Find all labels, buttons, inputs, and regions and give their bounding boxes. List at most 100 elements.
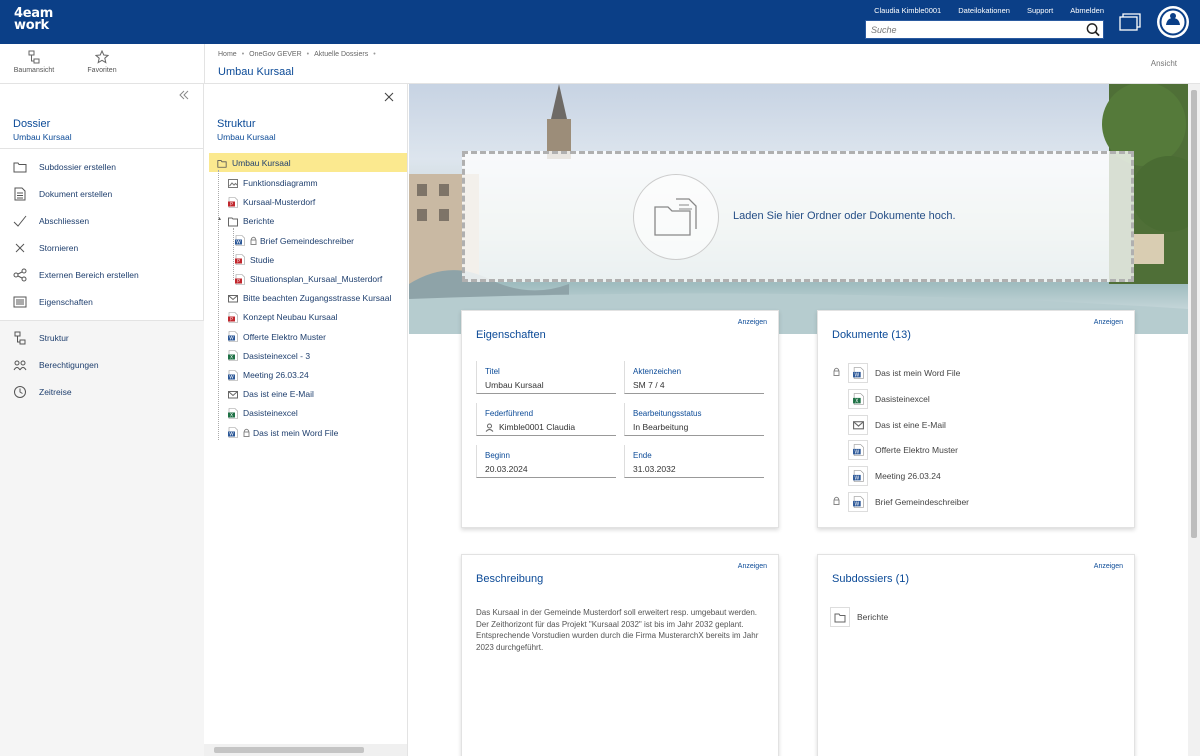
sidebar: Dossier Umbau Kursaal Subdossier erstell… — [0, 84, 204, 756]
mail-icon — [228, 389, 238, 400]
tree-item[interactable]: W Das ist mein Word File — [228, 426, 338, 440]
word-file-icon: W — [848, 363, 868, 383]
tree-item[interactable]: W Meeting 26.03.24 — [228, 368, 309, 382]
link-abmelden[interactable]: Abmelden — [1070, 6, 1104, 15]
horizontal-scrollbar[interactable] — [204, 744, 407, 756]
action-abschliessen[interactable]: Abschliessen — [0, 210, 204, 232]
property-value[interactable]: Kimble0001 Claudia — [499, 422, 575, 432]
tree-item[interactable]: X Dasisteinexcel - 3 — [228, 349, 310, 363]
nav-zeitreise[interactable]: Zeitreise — [0, 381, 204, 403]
description-show-link[interactable]: Anzeigen — [738, 563, 767, 570]
tree-view-button[interactable]: Baumansicht — [4, 50, 64, 74]
nav-berechtigungen[interactable]: Berechtigungen — [0, 354, 204, 376]
subdossiers-card: Anzeigen Subdossiers (1) Berichte — [817, 554, 1135, 756]
close-icon[interactable] — [384, 92, 394, 102]
user-menu[interactable]: Claudia Kimble0001 — [874, 6, 941, 15]
breadcrumb-aktuelle-dossiers[interactable]: Aktuelle Dossiers — [314, 51, 368, 58]
subdossiers-show-link[interactable]: Anzeigen — [1094, 563, 1123, 570]
scrollbar-thumb[interactable] — [214, 747, 364, 753]
vertical-scrollbar[interactable] — [1188, 84, 1200, 756]
document-item[interactable]: X Dasisteinexcel — [830, 388, 930, 409]
divider — [0, 320, 204, 321]
tree-item[interactable]: Funktionsdiagramm — [228, 176, 318, 190]
document-item[interactable]: W Brief Gemeindeschreiber — [830, 492, 969, 512]
document-label: Brief Gemeindeschreiber — [875, 497, 970, 507]
svg-text:W: W — [236, 240, 241, 246]
description-card: Anzeigen Beschreibung Das Kursaal in der… — [461, 554, 779, 756]
action-label: Subdossier erstellen — [39, 162, 117, 172]
action-stornieren[interactable]: Stornieren — [0, 237, 204, 259]
svg-text:W: W — [854, 501, 859, 507]
tree-item[interactable]: X Dasisteinexcel — [228, 406, 298, 420]
property-federfuehrend: Federführend Kimble0001 Claudia — [476, 403, 616, 436]
windows-icon[interactable] — [1118, 11, 1142, 33]
svg-text:W: W — [229, 336, 234, 342]
expander-icon[interactable]: ▴ — [218, 215, 221, 222]
tree-item[interactable]: P Situationsplan_Kursaal_Musterdorf — [235, 272, 382, 286]
word-file-icon: W — [848, 466, 868, 487]
action-label: Abschliessen — [39, 216, 90, 226]
documents-card: Anzeigen Dokumente (13) W Das ist mein Wo… — [817, 310, 1135, 528]
upload-circle — [633, 174, 719, 260]
tree-item[interactable]: Das ist eine E-Mail — [228, 387, 314, 401]
breadcrumb-onegov[interactable]: OneGov GEVER — [249, 51, 302, 58]
link-dateilokationen[interactable]: Dateilokationen — [958, 6, 1010, 15]
logo[interactable]: 4eam work — [14, 7, 53, 32]
properties-show-link[interactable]: Anzeigen — [738, 319, 767, 326]
favorites-button[interactable]: Favoriten — [72, 50, 132, 74]
tree-view-icon — [28, 50, 40, 64]
tree-item[interactable]: ▴ Berichte — [218, 214, 274, 228]
tree-item[interactable]: W Brief Gemeindeschreiber — [235, 234, 354, 248]
breadcrumb: Home • OneGov GEVER • Aktuelle Dossiers • — [218, 51, 381, 58]
documents-show-link[interactable]: Anzeigen — [1094, 319, 1123, 326]
tree-item[interactable]: P Kursaal-Musterdorf — [228, 195, 315, 209]
property-label: Federführend — [485, 409, 534, 418]
tree-item-label: Bitte beachten Zugangsstrasse Kursaal — [243, 293, 392, 304]
tree-root[interactable]: Umbau Kursaal — [217, 156, 291, 170]
tree-item[interactable]: Bitte beachten Zugangsstrasse Kursaal — [228, 291, 391, 305]
action-eigenschaften[interactable]: Eigenschaften — [0, 291, 204, 313]
search-input[interactable] — [866, 21, 1076, 38]
action-externen-bereich-erstellen[interactable]: Externen Bereich erstellen — [0, 264, 204, 286]
excel-file-icon: X — [228, 350, 238, 362]
svg-text:X: X — [230, 355, 233, 361]
action-subdossier-erstellen[interactable]: Subdossier erstellen — [0, 156, 204, 178]
collapse-icon[interactable] — [179, 90, 189, 100]
users-icon — [12, 357, 28, 373]
image-file-icon — [228, 178, 238, 189]
search-icon[interactable] — [1085, 22, 1101, 37]
tree-item[interactable]: P Konzept Neubau Kursaal — [228, 310, 338, 324]
view-button[interactable]: Ansicht — [1151, 59, 1177, 68]
mail-icon — [848, 414, 868, 435]
svg-text:W: W — [229, 432, 234, 438]
hero-background: Laden Sie hier Ordner oder Dokumente hoc… — [409, 84, 1188, 334]
document-icon — [12, 186, 28, 202]
description-title: Beschreibung — [476, 573, 544, 585]
tree-view-label: Baumansicht — [13, 67, 55, 74]
tree-item[interactable]: W Offerte Elektro Muster — [228, 330, 326, 344]
structure-tree-panel: Struktur Umbau Kursaal Umbau Kursaal Fun… — [204, 84, 408, 756]
upload-dropzone[interactable]: Laden Sie hier Ordner oder Dokumente hoc… — [462, 151, 1134, 282]
document-item[interactable]: W Offerte Elektro Muster — [830, 440, 958, 461]
tree-item-label: Dasisteinexcel - 3 — [243, 350, 311, 361]
document-item[interactable]: W Das ist mein Word File — [830, 363, 960, 383]
scrollbar-thumb[interactable] — [1191, 90, 1197, 538]
document-item[interactable]: W Meeting 26.03.24 — [830, 466, 941, 487]
tree-item[interactable]: P Studie — [235, 253, 274, 267]
link-support[interactable]: Support — [1027, 6, 1053, 15]
svg-text:W: W — [854, 476, 859, 482]
app-switcher-icon[interactable] — [1157, 6, 1189, 38]
document-label: Dasisteinexcel — [875, 393, 930, 404]
properties-title: Eigenschaften — [476, 329, 546, 341]
folder-document-icon — [654, 198, 697, 236]
tree-item-label: Dasisteinexcel — [243, 408, 298, 419]
breadcrumb-home[interactable]: Home — [218, 51, 237, 58]
action-dokument-erstellen[interactable]: Dokument erstellen — [0, 183, 204, 205]
word-file-icon: W — [235, 235, 245, 246]
tree-item-label: Studie — [250, 254, 275, 265]
document-item[interactable]: Das ist eine E-Mail — [830, 414, 946, 435]
subdossier-item[interactable]: Berichte — [830, 607, 888, 627]
nav-label: Berechtigungen — [39, 360, 99, 370]
nav-struktur[interactable]: Struktur — [0, 327, 204, 349]
property-value: In Bearbeitung — [633, 422, 689, 432]
